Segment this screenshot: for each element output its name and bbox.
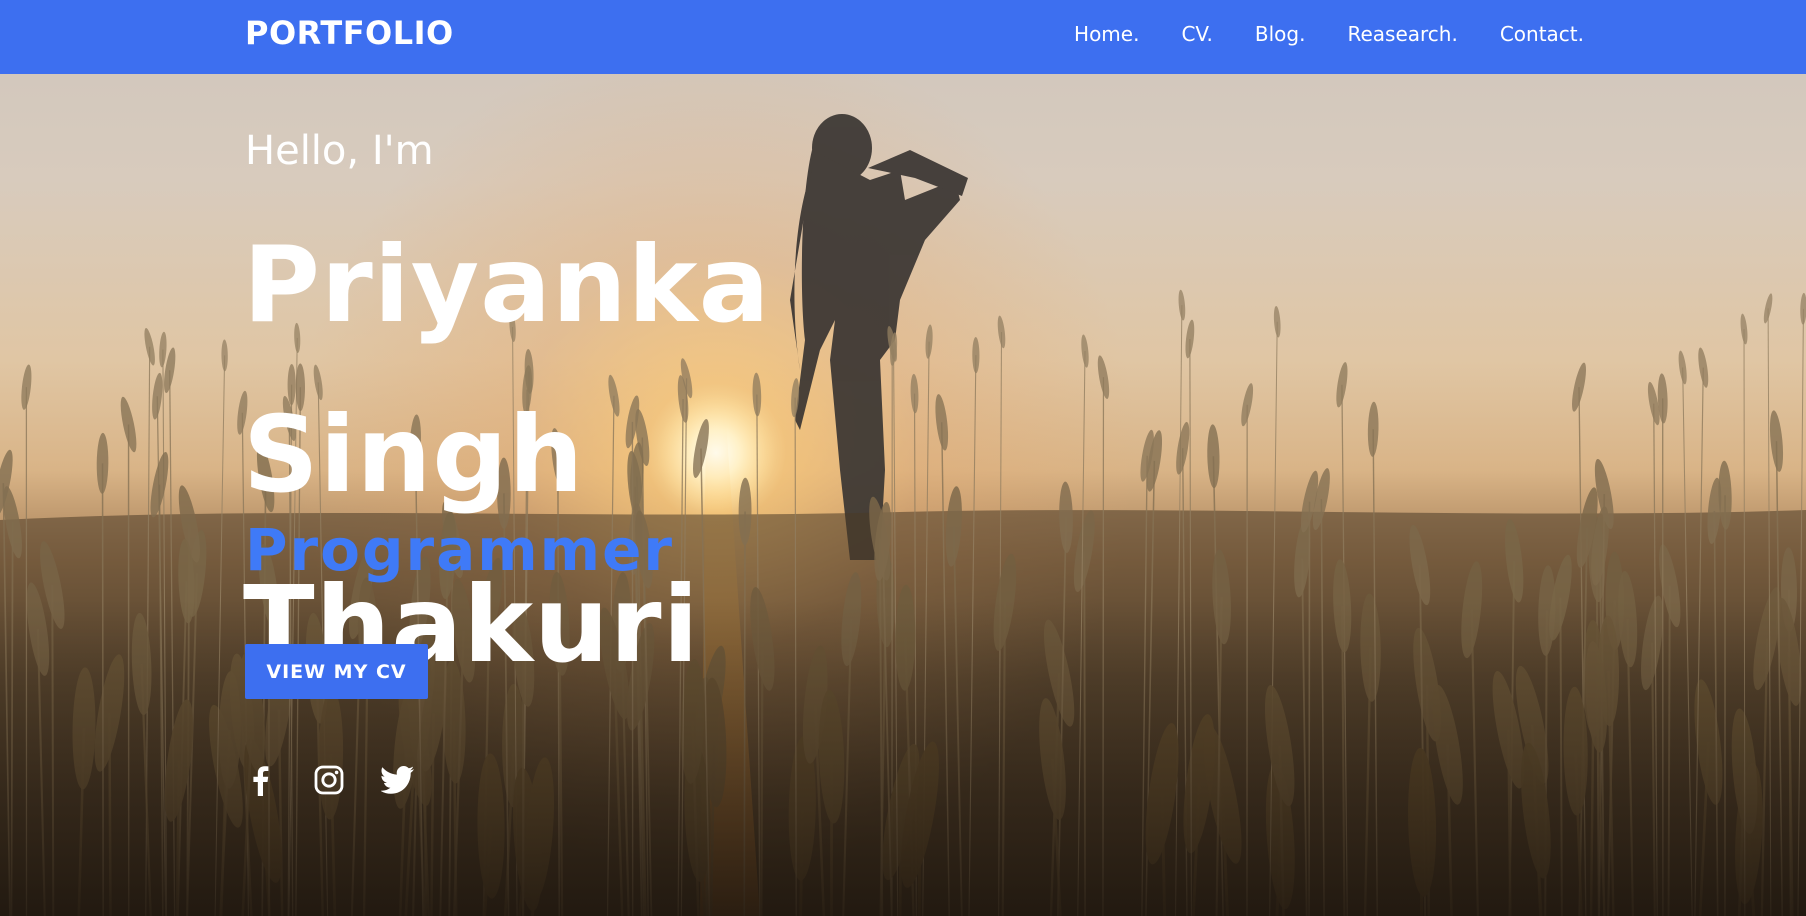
nav-item-cv[interactable]: CV. — [1181, 22, 1212, 46]
hero-name: Priyanka Singh Thakuri — [243, 200, 1143, 710]
nav-item-contact[interactable]: Contact. — [1500, 22, 1584, 46]
hero-role: Programmer — [245, 516, 675, 584]
brand-logo[interactable]: PORTFOLIO — [245, 14, 454, 52]
twitter-icon[interactable] — [380, 764, 414, 796]
nav-item-research[interactable]: Reasearch. — [1347, 22, 1457, 46]
nav-item-home[interactable]: Home. — [1074, 22, 1139, 46]
view-cv-button[interactable]: VIEW MY CV — [245, 644, 428, 699]
hero-greeting: Hello, I'm — [245, 128, 434, 174]
facebook-icon[interactable] — [245, 764, 277, 796]
social-links — [245, 764, 414, 796]
instagram-icon[interactable] — [313, 764, 345, 796]
top-navbar: PORTFOLIO Home. CV. Blog. Reasearch. Con… — [0, 0, 1806, 74]
nav-item-blog[interactable]: Blog. — [1255, 22, 1306, 46]
nav-menu: Home. CV. Blog. Reasearch. Contact. — [1074, 22, 1584, 46]
hero-name-line1: Priyanka Singh — [243, 224, 771, 516]
